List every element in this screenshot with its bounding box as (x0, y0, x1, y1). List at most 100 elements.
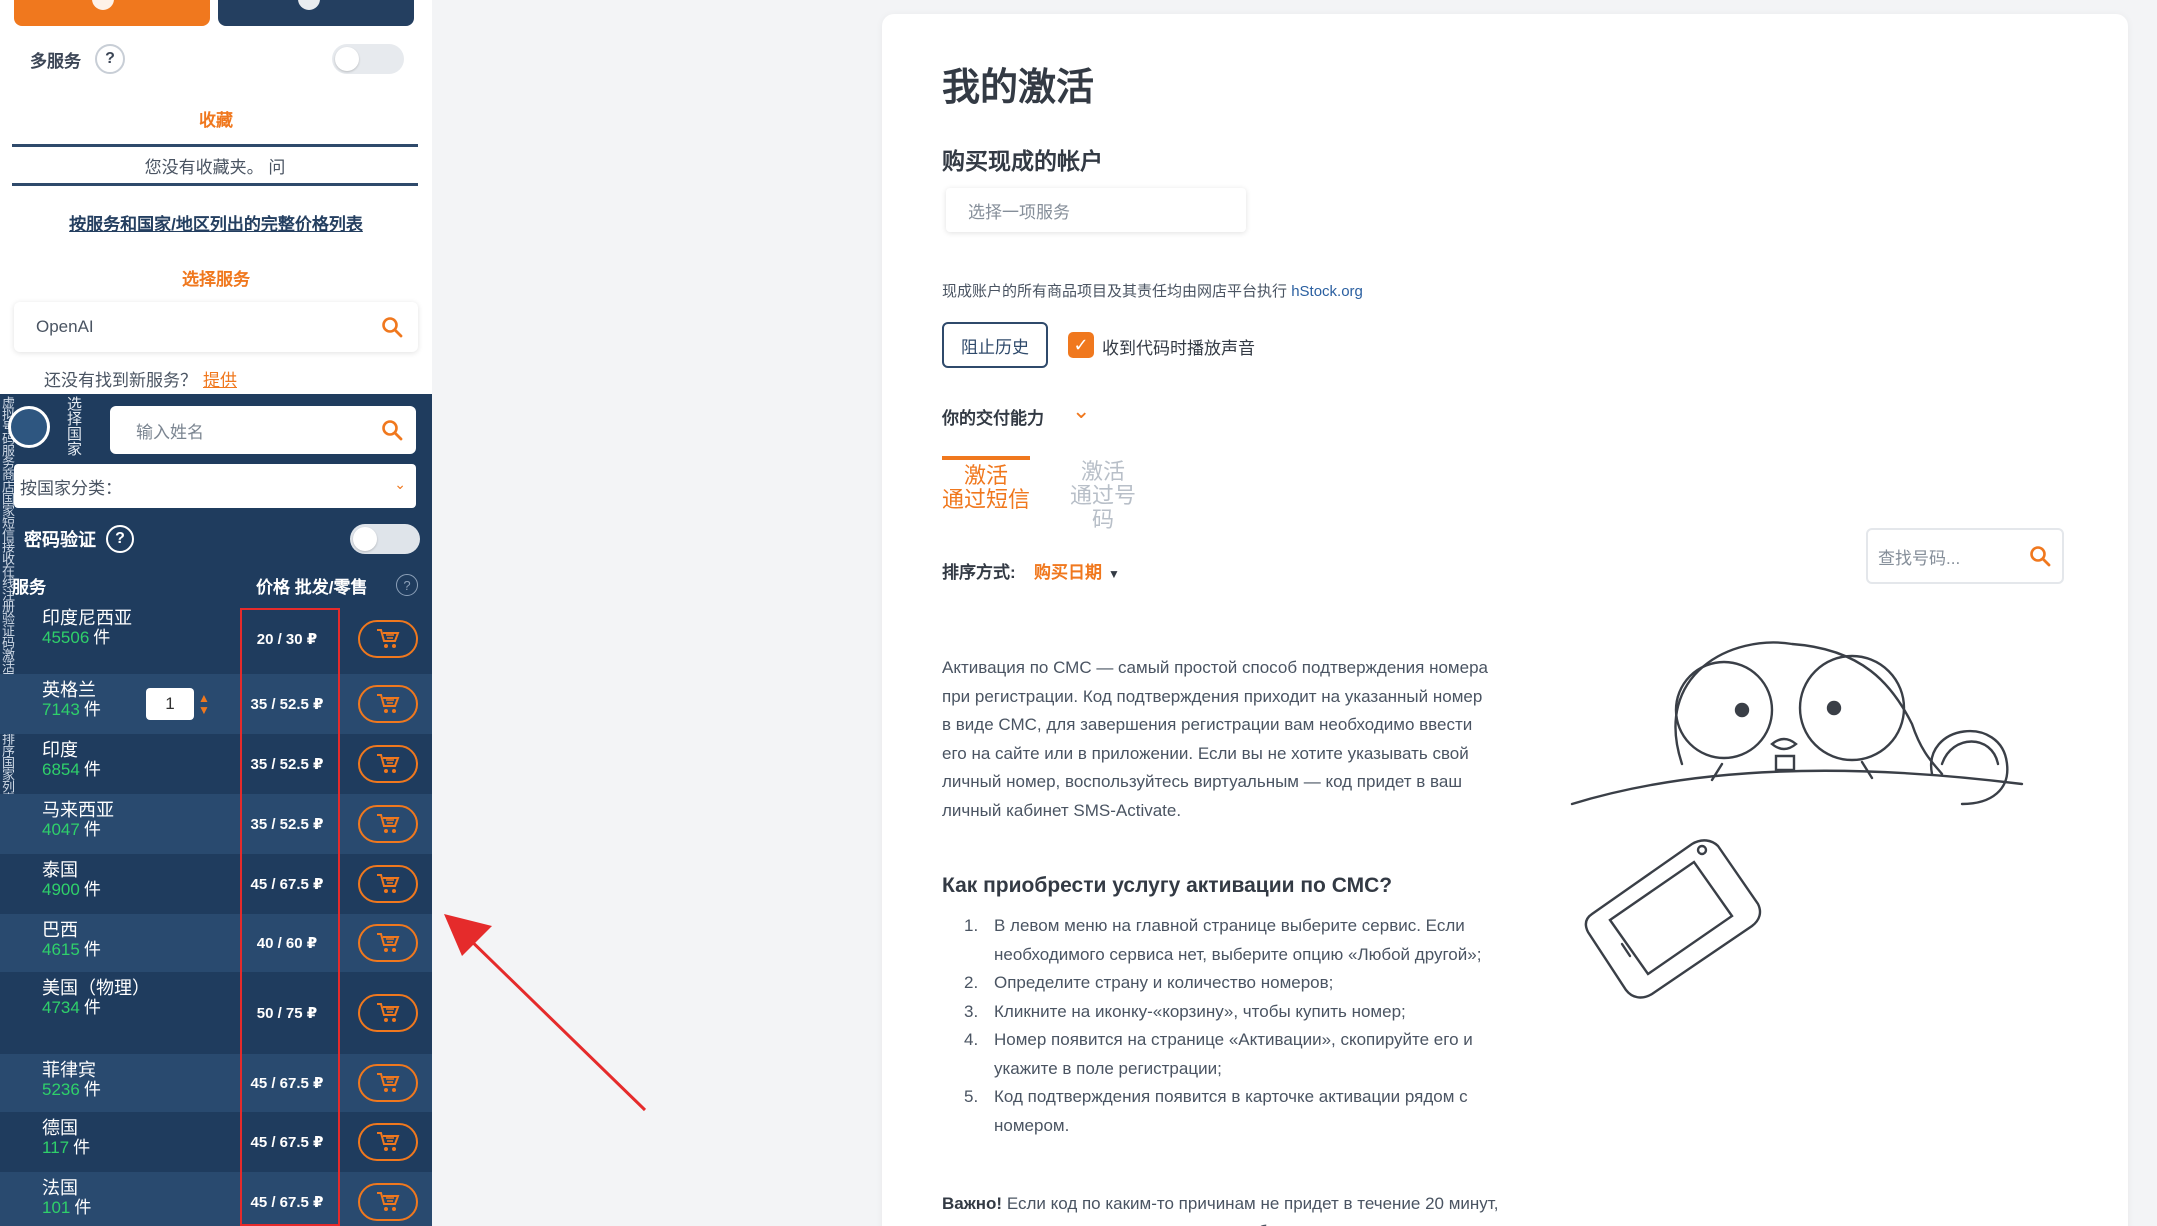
country-name: 泰国 (42, 860, 78, 880)
page: 多服务 ? 收藏 您没有收藏夹。 问 按服务和国家/地区列出的完整价格列表 选择… (0, 0, 2157, 1226)
password-verify-row: 密码验证 ? (0, 518, 432, 560)
service-select[interactable]: 选择一项服务 (946, 188, 1246, 232)
country-row[interactable]: 印度 6854 件 35 / 52.5 ₽ (0, 734, 432, 794)
help-icon[interactable]: ? (95, 44, 125, 74)
country-name: 美国（物理） (42, 978, 150, 998)
country-row[interactable]: 美国（物理） 4734 件 50 / 75 ₽ (0, 972, 432, 1054)
number-search-placeholder: 查找号码... (1878, 548, 1961, 568)
tab-activation-sms[interactable]: 激活 通过短信 (942, 456, 1030, 512)
cart-button[interactable] (358, 924, 418, 962)
price-list-link[interactable]: 按服务和国家/地区列出的完整价格列表 (0, 210, 432, 235)
cart-button[interactable] (358, 1183, 418, 1221)
country-search-input[interactable]: 输入姓名 (110, 406, 416, 454)
help-icon[interactable]: ? (106, 525, 134, 553)
intro-paragraph: Активация по СМС — самый простой способ … (942, 658, 1488, 820)
block-history-button[interactable]: 阻止历史 (942, 322, 1048, 368)
cart-icon (377, 1073, 400, 1092)
chevron-down-icon: ⌄ (394, 476, 406, 492)
country-row[interactable]: 巴西 4615 件 40 / 60 ₽ (0, 914, 432, 972)
country-name-block: 法国 101 件 (42, 1178, 142, 1218)
cart-button[interactable] (358, 685, 418, 723)
country-search-placeholder: 输入姓名 (136, 422, 204, 442)
annotation-arrow-icon (444, 914, 647, 1112)
country-name: 马来西亚 (42, 800, 114, 820)
country-count: 4734 件 (42, 998, 101, 1017)
top-tab-orange[interactable] (14, 0, 210, 26)
country-row[interactable]: 英格兰 7143 件 1 ▲ ▼ 35 / 52.5 ₽ (0, 674, 432, 734)
tab-number-label: 激活 通过号码 (1069, 459, 1136, 532)
country-sort-select[interactable]: 按国家分类： ⌄ (14, 464, 416, 508)
country-count: 101 件 (42, 1198, 92, 1217)
service-search-input[interactable]: OpenAI (14, 302, 418, 352)
hstock-note: 现成账户的所有商品项目及其责任均由网店平台执行 hStock.org (942, 280, 1363, 301)
country-flag-icon[interactable] (8, 406, 50, 448)
list-header-price: 价格 批发/零售 (256, 577, 368, 597)
sort-dropdown[interactable]: 购买日期 ▼ (1034, 558, 1120, 583)
cart-icon (377, 874, 400, 893)
multi-service-toggle[interactable] (332, 44, 404, 74)
search-icon[interactable] (2028, 544, 2052, 573)
list-header-service: 服务 (12, 577, 46, 597)
chevron-down-icon[interactable]: ⌄ (1072, 398, 1090, 424)
top-tab-navy[interactable] (218, 0, 414, 26)
number-search-input[interactable]: 查找号码... (1866, 528, 2064, 584)
cart-button[interactable] (358, 1064, 418, 1102)
country-row[interactable]: 印度尼西亚 45506 件 20 / 30 ₽ (0, 604, 432, 674)
list-item: 1. В левом меню на главной странице выбер… (964, 916, 1482, 964)
country-row[interactable]: 马来西亚 4047 件 35 / 52.5 ₽ (0, 794, 432, 854)
country-name-block: 泰国 4900 件 (42, 860, 142, 900)
cart-button[interactable] (358, 620, 418, 658)
hstock-link[interactable]: hStock.org (1291, 283, 1363, 300)
favorites-empty: 您没有收藏夹。 问 (12, 144, 418, 186)
cart-button[interactable] (358, 994, 418, 1032)
mascot-illustration (1570, 641, 2024, 999)
list-header: 服务 价格 批发/零售 ? (0, 568, 432, 602)
favorites-title: 收藏 (199, 111, 233, 130)
activations-card: 我的激活 购买现成的帐户 选择一项服务 现成账户的所有商品项目及其责任均由网店平… (882, 14, 2128, 1226)
country-name-block: 印度 6854 件 (42, 740, 142, 780)
country-row[interactable]: 法国 101 件 45 / 67.5 ₽ (0, 1172, 432, 1226)
country-name: 印度 (42, 740, 78, 760)
delivery-ability-label[interactable]: 你的交付能力 (942, 404, 1044, 429)
quantity-stepper-icon[interactable]: ▲ ▼ (198, 692, 210, 716)
howto-title: Как приобрести услугу активации по СМС? (942, 874, 1393, 897)
list-item: 4. Номер появится на странице «Активации»… (964, 1030, 1473, 1078)
caret-down-icon: ▼ (1108, 567, 1120, 581)
cart-button[interactable] (358, 865, 418, 903)
cart-button[interactable] (358, 805, 418, 843)
cart-button[interactable] (358, 745, 418, 783)
country-row[interactable]: 菲律宾 5236 件 45 / 67.5 ₽ (0, 1054, 432, 1112)
toggle-knob (353, 527, 377, 551)
country-name: 德国 (42, 1118, 78, 1138)
country-row[interactable]: 泰国 4900 件 45 / 67.5 ₽ (0, 854, 432, 914)
toggle-knob (335, 47, 359, 71)
country-name-block: 巴西 4615 件 (42, 920, 142, 960)
sidebar: 多服务 ? 收藏 您没有收藏夹。 问 按服务和国家/地区列出的完整价格列表 选择… (0, 0, 432, 1226)
country-count: 117 件 (42, 1138, 91, 1157)
not-found-text: 还没有找到新服务？ (44, 371, 197, 390)
password-verify-label: 密码验证 (24, 530, 96, 550)
country-name-block: 印度尼西亚 45506 件 (42, 608, 142, 648)
quantity-input[interactable]: 1 (146, 688, 194, 720)
country-count: 45506 件 (42, 628, 111, 647)
service-search-value: OpenAI (36, 317, 94, 336)
help-icon[interactable]: ? (396, 574, 418, 596)
tab-activation-number[interactable]: 激活 通过号码 (1060, 460, 1146, 532)
country-count: 6854 件 (42, 760, 101, 779)
hstock-note-text: 现成账户的所有商品项目及其责任均由网店平台执行 (942, 283, 1288, 300)
country-name: 巴西 (42, 920, 78, 940)
country-name-block: 美国（物理） 4734 件 (42, 978, 150, 1018)
search-icon[interactable] (380, 315, 404, 344)
important-label: Важно! (942, 1194, 1003, 1213)
country-row[interactable]: 德国 117 件 45 / 67.5 ₽ (0, 1112, 432, 1172)
password-verify-toggle[interactable] (350, 524, 420, 554)
howto-steps: 1. В левом меню на главной странице выбер… (942, 912, 1502, 1140)
country-list: 印度尼西亚 45506 件 20 / 30 ₽ 英格兰 7143 件 1 ▲ ▼ 35 /… (0, 604, 432, 1226)
cart-icon (377, 933, 400, 952)
multi-service-label: 多服务 (30, 51, 81, 71)
search-icon[interactable] (380, 418, 404, 447)
sound-checkbox[interactable]: ✓ (1068, 332, 1094, 358)
service-select-placeholder: 选择一项服务 (968, 202, 1070, 222)
cart-button[interactable] (358, 1123, 418, 1161)
suggest-link[interactable]: 提供 (203, 371, 237, 390)
